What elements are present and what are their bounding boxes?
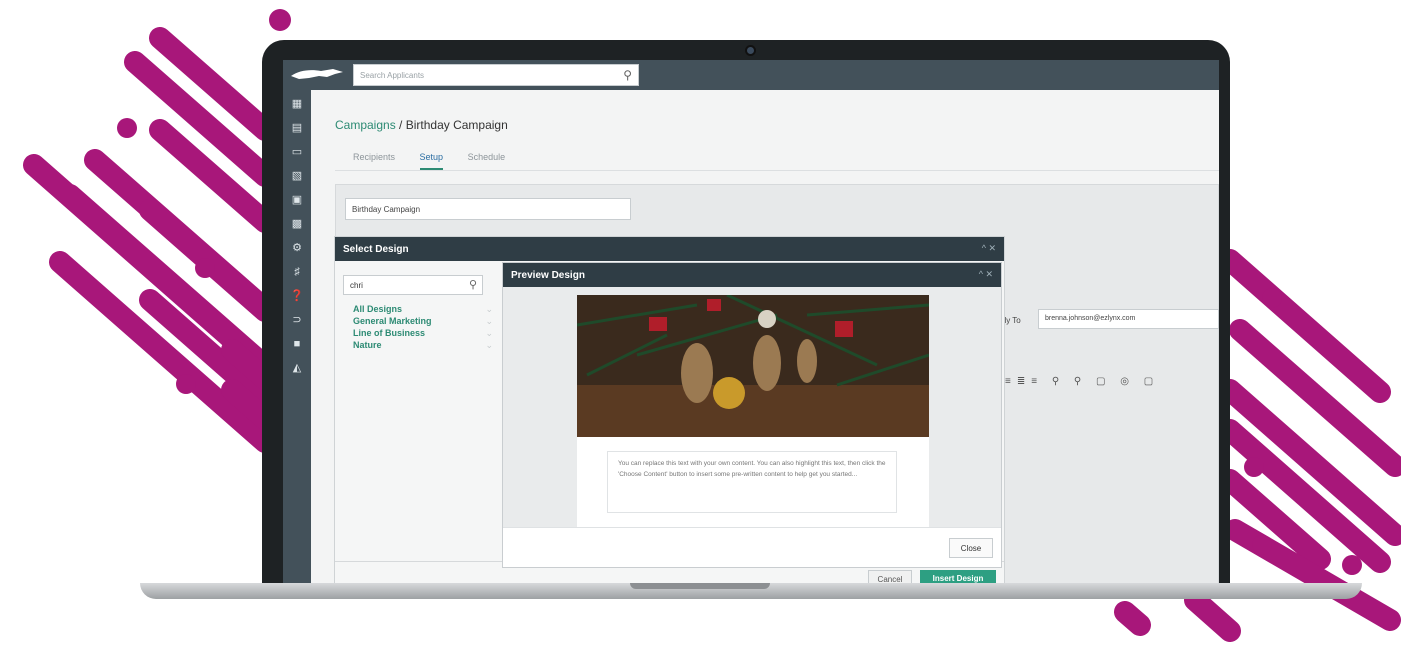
tab-setup[interactable]: Setup (419, 152, 444, 170)
breadcrumb-current: Birthday Campaign (405, 118, 508, 132)
editor-toolbar[interactable]: ≡≣≡ ⚲ ⚲ ▢ ◎ ▢ (1005, 376, 1159, 387)
preview-footer: Close (503, 527, 1001, 567)
campaign-name-field[interactable]: Birthday Campaign (345, 198, 631, 220)
search-placeholder: Search Applicants (360, 70, 425, 80)
select-design-title: Select Design (343, 244, 409, 255)
close-button[interactable]: Close (949, 538, 993, 558)
folder-icon[interactable]: ▭ (289, 144, 305, 160)
insert-design-button[interactable]: Insert Design (920, 570, 996, 584)
breadcrumb: Campaigns / Birthday Campaign (335, 118, 508, 132)
key-icon[interactable]: ♯ (289, 264, 305, 280)
chevron-down-icon: ⌄ (485, 304, 493, 314)
category-all-designs[interactable]: All Designs ⌄ (353, 304, 493, 316)
preview-design-title: Preview Design (511, 270, 585, 281)
category-line-of-business[interactable]: Line of Business ⌄ (353, 328, 493, 340)
contact-card-icon[interactable]: ▤ (289, 120, 305, 136)
select-design-header: Select Design ^ ✕ (335, 237, 1004, 261)
magnet-icon[interactable]: ⊃ (289, 312, 305, 328)
category-nature[interactable]: Nature ⌄ (353, 340, 493, 352)
category-general-marketing[interactable]: General Marketing ⌄ (353, 316, 493, 328)
design-search-value: chri (350, 281, 363, 290)
modal-controls[interactable]: ^ ✕ (979, 269, 993, 280)
breadcrumb-link-campaigns[interactable]: Campaigns (335, 118, 396, 132)
org-chart-icon[interactable]: ▧ (289, 168, 305, 184)
help-icon[interactable]: ❓ (289, 288, 305, 304)
tab-schedule[interactable]: Schedule (468, 152, 506, 162)
modal-controls[interactable]: ^ ✕ (982, 243, 996, 254)
reply-to-field[interactable]: brenna.johnson@ezlynx.com (1038, 309, 1219, 329)
search-icon[interactable]: ⚲ (623, 68, 632, 82)
app-screen: Search Applicants ⚲ ▦ ▤ ▭ ▧ ▣ ▩ ⚙ ♯ ❓ ⊃ … (283, 60, 1219, 584)
chevron-down-icon: ⌄ (485, 340, 493, 350)
cheetah-logo-icon (291, 69, 343, 79)
cancel-button[interactable]: Cancel (868, 570, 912, 584)
briefcase-icon[interactable]: ■ (289, 336, 305, 352)
chevron-down-icon: ⌄ (485, 316, 493, 326)
sidebar: ▦ ▤ ▭ ▧ ▣ ▩ ⚙ ♯ ❓ ⊃ ■ ◭ (283, 90, 311, 584)
email-placeholder-text[interactable]: You can replace this text with your own … (607, 451, 897, 513)
email-body: You can replace this text with your own … (577, 437, 929, 532)
search-input[interactable]: Search Applicants ⚲ (353, 64, 639, 86)
search-icon[interactable]: ⚲ (469, 278, 477, 291)
dashboard-icon[interactable]: ▦ (289, 96, 305, 112)
preview-design-header: Preview Design ^ ✕ (503, 263, 1001, 287)
preview-design-modal: Preview Design ^ ✕ You can replace this … (502, 262, 1002, 568)
tab-divider (335, 170, 1219, 171)
design-categories: All Designs ⌄ General Marketing ⌄ Line of … (353, 304, 493, 352)
gear-icon[interactable]: ⚙ (289, 240, 305, 256)
bar-chart-icon[interactable]: ▩ (289, 216, 305, 232)
webcam (745, 45, 756, 56)
top-bar: Search Applicants ⚲ (283, 60, 1219, 90)
laptop-notch (630, 583, 770, 589)
breadcrumb-separator: / (395, 118, 406, 132)
dollar-icon[interactable]: ▣ (289, 192, 305, 208)
christmas-hero-image (577, 295, 929, 437)
chevron-down-icon: ⌄ (485, 328, 493, 338)
tab-bar: Recipients Setup Schedule (353, 152, 527, 170)
tab-recipients[interactable]: Recipients (353, 152, 395, 162)
notifications-icon[interactable]: ◭ (289, 360, 305, 376)
design-search-input[interactable]: chri ⚲ (343, 275, 483, 295)
